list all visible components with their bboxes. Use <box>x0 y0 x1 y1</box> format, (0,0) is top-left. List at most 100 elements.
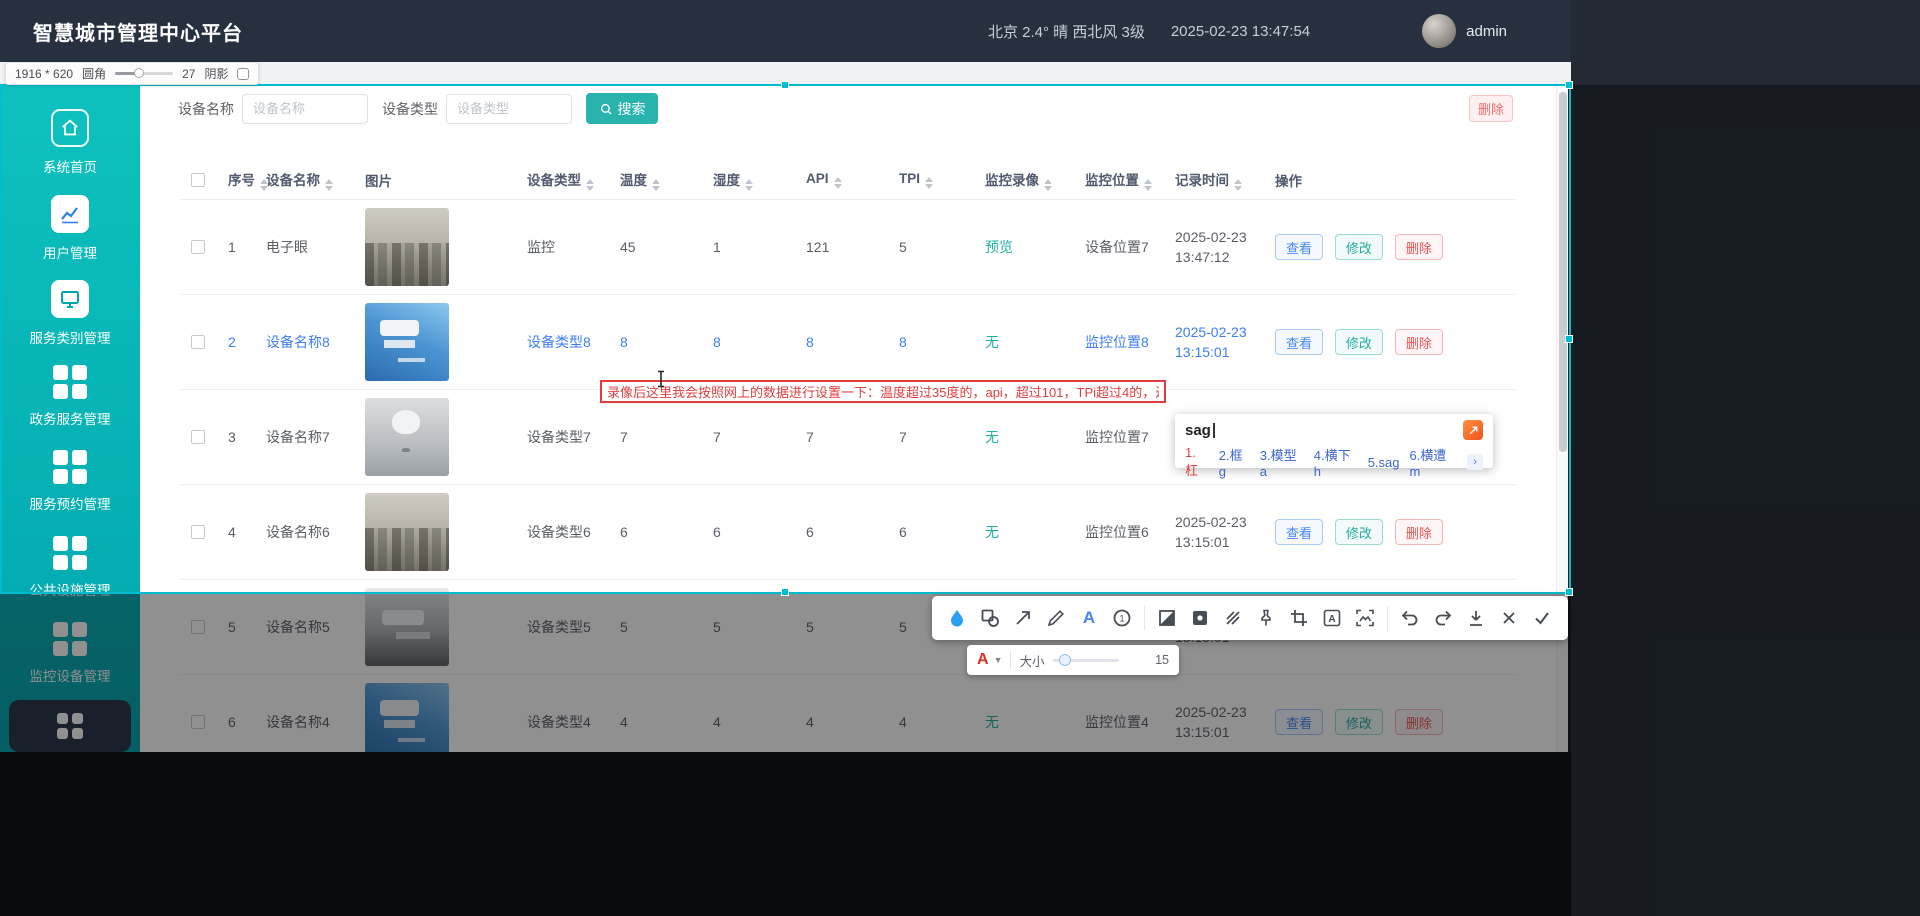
row-checkbox[interactable] <box>191 525 205 539</box>
edit-button[interactable]: 修改 <box>1335 234 1383 260</box>
pen-tool-icon[interactable] <box>1045 607 1067 629</box>
view-button[interactable]: 查看 <box>1275 234 1323 260</box>
device-type-label: 设备类型 <box>382 99 438 119</box>
shadow-checkbox[interactable] <box>237 68 249 80</box>
pin-tool-icon[interactable] <box>1255 607 1277 629</box>
number-tool-icon[interactable]: 1 <box>1111 607 1133 629</box>
cell-location: 监控位置6 <box>1069 522 1159 542</box>
selection-handle[interactable] <box>1565 588 1573 596</box>
sort-icon[interactable] <box>834 177 842 189</box>
row-checkbox[interactable] <box>191 240 205 254</box>
view-button[interactable]: 查看 <box>1275 519 1323 545</box>
video-link[interactable]: 无 <box>985 429 999 445</box>
chevron-down-icon[interactable]: ▼ <box>994 655 1003 665</box>
selection-handle[interactable] <box>1565 81 1573 89</box>
sidebar-item-reservation[interactable]: 服务预约管理 <box>0 450 140 513</box>
cell-api: 8 <box>790 334 883 350</box>
selection-handle[interactable] <box>1565 335 1573 343</box>
avatar[interactable] <box>1422 14 1456 48</box>
cell-temp: 45 <box>604 239 697 255</box>
video-link[interactable]: 预览 <box>985 239 1013 255</box>
sort-icon[interactable] <box>325 179 333 191</box>
ime-candidate[interactable]: 4.横下h <box>1314 445 1358 479</box>
text-recognition-tool-icon[interactable]: A <box>1321 607 1343 629</box>
table-row[interactable]: 4 设备名称6 设备类型6 6 6 6 6 无 监控位置6 2025-02-23… <box>180 485 1516 580</box>
row-checkbox[interactable] <box>191 430 205 444</box>
sidebar-item-home[interactable]: 系统首页 <box>0 109 140 176</box>
mosaic-tool-icon[interactable] <box>1156 607 1178 629</box>
selection-handle[interactable] <box>781 81 789 89</box>
scrollbar-thumb[interactable] <box>1559 92 1567 452</box>
focus-tool-icon[interactable] <box>1189 607 1211 629</box>
ime-next-page-icon[interactable]: › <box>1467 454 1483 470</box>
edit-button[interactable]: 修改 <box>1335 329 1383 355</box>
table-row[interactable]: 2 设备名称8 设备类型8 8 8 8 8 无 监控位置8 2025-02-23… <box>180 295 1516 390</box>
video-link[interactable]: 无 <box>985 524 999 540</box>
row-checkbox[interactable] <box>191 335 205 349</box>
device-image[interactable] <box>365 303 449 381</box>
sidebar-item-gov-service[interactable]: 政务服务管理 <box>0 365 140 428</box>
font-size-slider[interactable] <box>1053 659 1119 662</box>
sort-icon[interactable] <box>745 179 753 191</box>
batch-delete-button[interactable]: 删除 <box>1469 95 1513 122</box>
device-image[interactable] <box>365 398 449 476</box>
ime-candidate[interactable]: 6.横遭m <box>1410 445 1458 479</box>
device-image[interactable] <box>365 208 449 286</box>
ime-logo-icon[interactable] <box>1463 420 1483 440</box>
cell-tpi: 7 <box>883 429 969 445</box>
device-type-input[interactable] <box>446 94 572 124</box>
delete-row-button[interactable]: 删除 <box>1395 329 1443 355</box>
redo-icon[interactable] <box>1432 607 1454 629</box>
weather-info: 北京 2.4° 晴 西北风 3级 <box>988 21 1145 42</box>
sidebar-item-public-facility[interactable]: 公共设施管理 <box>0 536 140 599</box>
annotation-textbox[interactable]: 录像后这里我会按照网上的数据进行设置一下：温度超过35度的，api，超过101，… <box>600 380 1166 403</box>
sort-icon[interactable] <box>1144 179 1152 191</box>
text-tool-icon[interactable]: A <box>1078 607 1100 629</box>
delete-row-button[interactable]: 删除 <box>1395 234 1443 260</box>
shapes-tool-icon[interactable] <box>979 607 1001 629</box>
color-droplet-icon[interactable] <box>946 607 968 629</box>
capture-toolbar: A 1 A <box>932 596 1568 640</box>
corner-radius-slider[interactable] <box>115 72 173 75</box>
sort-icon[interactable] <box>652 179 660 191</box>
cell-type: 设备类型6 <box>511 522 604 542</box>
toolbar-separator <box>1010 651 1011 669</box>
delete-row-button[interactable]: 删除 <box>1395 519 1443 545</box>
ime-candidate[interactable]: 2.框g <box>1219 445 1250 479</box>
confirm-check-icon[interactable] <box>1531 607 1553 629</box>
selection-handle[interactable] <box>781 588 789 596</box>
select-all-checkbox[interactable] <box>191 173 205 187</box>
user-menu[interactable]: admin <box>1422 14 1507 48</box>
sidebar-item-service-category[interactable]: 服务类别管理 <box>0 280 140 347</box>
sort-icon[interactable] <box>1234 179 1242 191</box>
close-icon[interactable] <box>1498 607 1520 629</box>
video-link[interactable]: 无 <box>985 334 999 350</box>
undo-icon[interactable] <box>1399 607 1421 629</box>
shadow-label: 阴影 <box>204 65 228 82</box>
ime-caret <box>1213 423 1215 438</box>
cell-device-name: 设备名称6 <box>256 522 351 542</box>
search-button[interactable]: 搜索 <box>586 93 658 124</box>
scan-image-tool-icon[interactable] <box>1354 607 1376 629</box>
ime-candidate[interactable]: 5.sag <box>1368 455 1400 470</box>
sort-icon[interactable] <box>586 179 594 191</box>
download-icon[interactable] <box>1465 607 1487 629</box>
sort-icon[interactable] <box>925 177 933 189</box>
ime-candidate[interactable]: 1.杠 <box>1185 445 1209 479</box>
ime-candidate[interactable]: 3.模型a <box>1260 445 1304 479</box>
device-name-input[interactable] <box>242 94 368 124</box>
username: admin <box>1466 23 1507 40</box>
edit-button[interactable]: 修改 <box>1335 519 1383 545</box>
sort-icon[interactable] <box>1044 179 1052 191</box>
table-row[interactable]: 1 电子眼 监控 45 1 121 5 预览 设备位置7 2025-02-23 … <box>180 200 1516 295</box>
sidebar-item-label: 服务预约管理 <box>30 493 111 513</box>
arrow-tool-icon[interactable] <box>1012 607 1034 629</box>
blur-tool-icon[interactable] <box>1222 607 1244 629</box>
device-image[interactable] <box>365 493 449 571</box>
cell-tpi: 5 <box>883 239 969 255</box>
view-button[interactable]: 查看 <box>1275 329 1323 355</box>
sidebar-item-users[interactable]: 用户管理 <box>0 195 140 262</box>
text-color-selector[interactable]: A <box>977 651 989 669</box>
crop-tool-icon[interactable] <box>1288 607 1310 629</box>
cell-temp: 8 <box>604 334 697 350</box>
